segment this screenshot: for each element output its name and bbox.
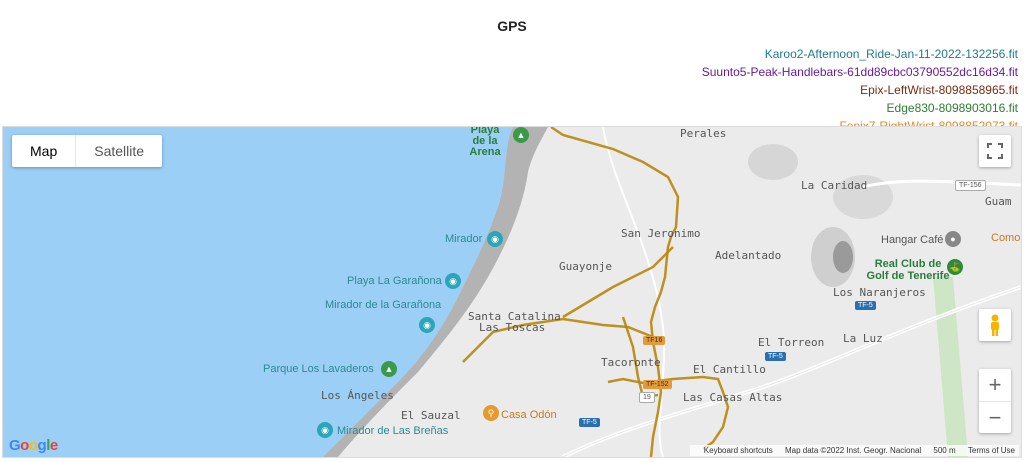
camera-icon: ◉ [419,317,435,333]
tree-icon: ▲ [381,361,397,377]
road-shield-tf5: TF-5 [765,352,786,361]
place-el-torreon: El Torreon [758,336,825,349]
place-el-cantillo: El Cantillo [693,363,766,376]
place-los-naranjeros: Los Naranjeros [833,286,926,299]
google-logo: Google [9,437,58,454]
place-san-jeronimo: San Jeronimo [621,227,701,240]
place-parque-lavaderos: Parque Los Lavaderos [263,363,374,375]
fullscreen-icon [987,143,1003,159]
map-type-control: Map Satellite [12,135,163,167]
road-shield-tf156: TF-156 [955,180,986,191]
camera-icon: ◉ [487,231,503,247]
place-adelantado: Adelantado [715,249,782,262]
road-shield-tf16: TF16 [643,336,666,345]
legend: Karoo2-Afternoon_Ride-Jan-11-2022-132256… [702,45,1018,135]
place-playa-garanona: Playa La Garañona [347,275,442,287]
place-guama: Guam [985,195,1012,208]
map-attribution: Keyboard shortcuts Map data ©2022 Inst. … [689,445,1019,456]
place-casa-odon: Casa Odón [501,409,557,421]
location-pin-icon: ● [945,231,961,247]
restaurant-icon: ⚲ [483,405,499,421]
place-mirador-brenas: Mirador de Las Breñas [337,425,449,437]
street-view-pegman[interactable] [979,309,1011,341]
pegman-icon [991,314,999,336]
zoom-control: + − [979,369,1011,433]
place-las-toscas: Las Toscas [479,321,546,334]
place-el-sauzal: El Sauzal [401,409,461,422]
place-tacoronte: Tacoronte [601,356,661,369]
place-playa-arena: Playa de la Arena [469,126,501,158]
place-perales: Perales [680,127,727,140]
place-como: Como [991,232,1021,244]
place-golf-club: Real Club de Golf de Tenerife [866,258,950,282]
zoom-out-button[interactable]: − [979,402,1011,433]
road-shield-tf5: TF-5 [855,301,876,310]
keyboard-shortcuts-link[interactable]: Keyboard shortcuts [704,446,773,455]
place-hangar-cafe: Hangar Café [881,234,944,246]
place-mirador-garanona: Mirador de la Garañona [325,299,442,311]
terms-link[interactable]: Terms of Use [968,446,1015,455]
road-shield-tf152: TF-152 [643,380,672,389]
map-type-map-button[interactable]: Map [12,135,75,167]
legend-item-karoo2[interactable]: Karoo2-Afternoon_Ride-Jan-11-2022-132256… [702,45,1018,63]
golf-icon: ⛳ [947,259,963,275]
legend-item-edge830[interactable]: Edge830-8098903016.fit [702,99,1018,117]
camera-icon: ◉ [445,273,461,289]
zoom-in-button[interactable]: + [979,369,1011,402]
place-los-angeles: Los Ángeles [321,389,394,402]
place-la-luz: La Luz [843,332,883,345]
beach-icon: ▲ [513,127,529,143]
legend-item-suunto5[interactable]: Suunto5-Peak-Handlebars-61dd89cbc0379055… [702,63,1018,81]
fullscreen-button[interactable] [979,135,1011,167]
place-mirador: Mirador [445,233,483,245]
place-guayonje: Guayonje [559,260,612,273]
camera-icon: ◉ [317,422,333,438]
chart-title: GPS [497,18,527,34]
scale-label[interactable]: 500 m [933,446,955,455]
road-shield-19: 19 [639,392,655,403]
map-data-text: Map data ©2022 Inst. Geogr. Nacional [784,446,922,455]
place-la-caridad: La Caridad [801,179,868,192]
place-las-casas-altas: Las Casas Altas [683,391,783,404]
map-type-satellite-button[interactable]: Satellite [75,135,162,167]
legend-item-epix[interactable]: Epix-LeftWrist-8098858965.fit [702,81,1018,99]
map-view[interactable]: Perales La Caridad Guam Hangar Café Real… [2,126,1022,458]
road-shield-tf5: TF-5 [579,418,600,427]
